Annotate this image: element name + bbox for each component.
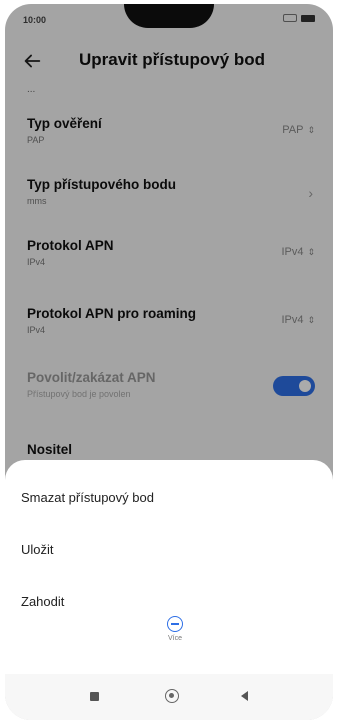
save-option[interactable]: Uložit <box>21 542 54 557</box>
square-icon[interactable] <box>90 692 99 701</box>
bottom-sheet-menu: Smazat přístupový bod Uložit Zahodit Víc… <box>5 460 333 720</box>
circle-icon[interactable] <box>165 689 179 703</box>
discard-option[interactable]: Zahodit <box>21 594 64 609</box>
screen: 10:00 Upravit přístupový bod ... Typ ově… <box>5 4 333 720</box>
delete-apn-option[interactable]: Smazat přístupový bod <box>21 490 154 505</box>
more-button[interactable]: Více <box>155 616 195 642</box>
navigation-bar <box>5 674 333 720</box>
minus-circle-icon <box>167 616 183 632</box>
triangle-back-icon[interactable] <box>241 691 248 701</box>
more-label: Více <box>167 635 182 642</box>
phone-frame: 10:00 Upravit přístupový bod ... Typ ově… <box>0 0 338 724</box>
